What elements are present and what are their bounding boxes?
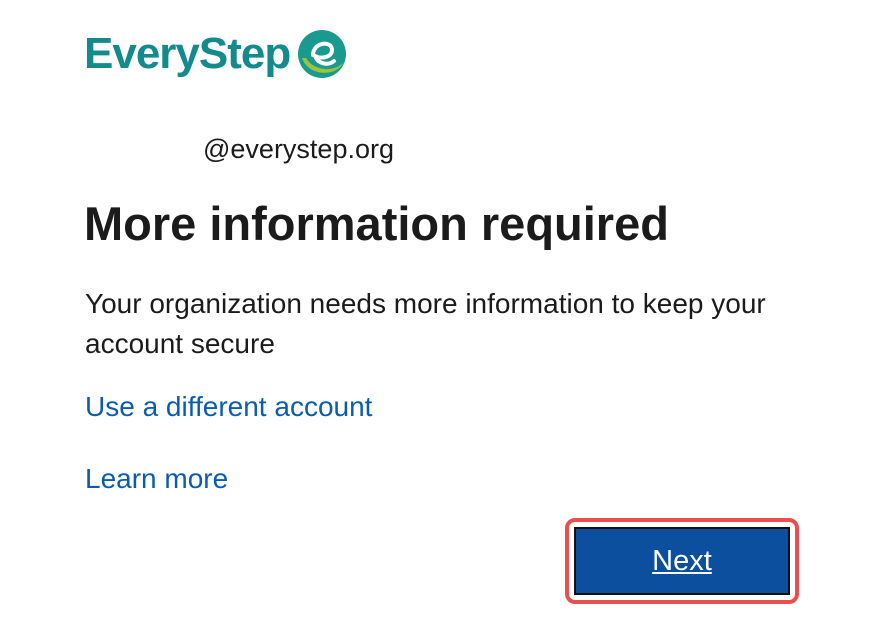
everystep-e-logo-icon bbox=[298, 30, 347, 78]
logo-text: EveryStep bbox=[84, 29, 291, 78]
use-different-account-link[interactable]: Use a different account bbox=[85, 389, 372, 425]
learn-more-link[interactable]: Learn more bbox=[85, 461, 228, 497]
account-email: @everystep.org bbox=[203, 134, 394, 164]
sign-in-page: EveryStep @everystep.org More informatio… bbox=[0, 0, 874, 632]
page-title: More information required bbox=[84, 197, 669, 250]
next-button-highlight: Next bbox=[565, 518, 799, 604]
everystep-logo: EveryStep bbox=[84, 26, 348, 82]
description-text: Your organization needs more information… bbox=[85, 288, 766, 359]
next-button[interactable]: Next bbox=[574, 527, 790, 595]
